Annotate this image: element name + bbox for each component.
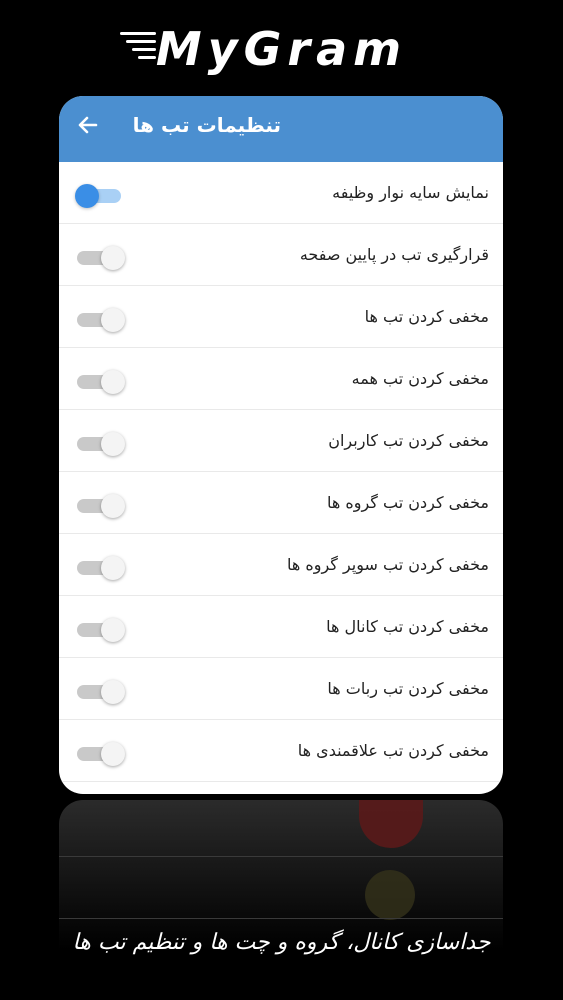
settings-row-label: مخفی کردن تب ربات ها [327, 679, 489, 698]
settings-row-label: مخفی کردن تب کانال ها [326, 617, 489, 636]
reflection-divider [59, 918, 503, 919]
back-button[interactable] [73, 110, 103, 140]
toggle-switch[interactable] [75, 183, 125, 209]
settings-list: نمایش سایه نوار وظیفه قرارگیری تب در پایی… [59, 162, 503, 782]
app-bar: تنظیمات تب ها [59, 96, 503, 162]
toggle-switch[interactable] [75, 369, 125, 395]
toggle-switch[interactable] [75, 741, 125, 767]
settings-row[interactable]: مخفی کردن تب گروه ها [59, 472, 503, 534]
settings-card: تنظیمات تب ها نمایش سایه نوار وظیفه قرارگ… [59, 96, 503, 794]
settings-row[interactable]: مخفی کردن تب کانال ها [59, 596, 503, 658]
toggle-thumb [101, 680, 125, 704]
toggle-switch[interactable] [75, 617, 125, 643]
arrow-left-icon [78, 116, 98, 134]
settings-row[interactable]: مخفی کردن تب ربات ها [59, 658, 503, 720]
toggle-switch[interactable] [75, 431, 125, 457]
toggle-switch[interactable] [75, 245, 125, 271]
settings-row[interactable]: مخفی کردن تب ها [59, 286, 503, 348]
settings-row[interactable]: مخفی کردن تب سوپر گروه ها [59, 534, 503, 596]
toggle-thumb [101, 618, 125, 642]
reflection-blob-red [359, 800, 423, 848]
toggle-switch[interactable] [75, 493, 125, 519]
settings-row-label: مخفی کردن تب ها [364, 307, 489, 326]
settings-row-label: مخفی کردن تب کاربران [328, 431, 489, 450]
card-reflection [59, 800, 503, 950]
toggle-switch[interactable] [75, 679, 125, 705]
toggle-switch[interactable] [75, 555, 125, 581]
toggle-thumb [101, 494, 125, 518]
settings-row[interactable]: نمایش سایه نوار وظیفه [59, 162, 503, 224]
brand-name: MyGram [155, 22, 408, 76]
promo-caption: جداسازی کانال، گروه و چت ها و تنظیم تب ه… [72, 930, 491, 955]
toggle-thumb [101, 370, 125, 394]
settings-row-label: مخفی کردن تب سوپر گروه ها [286, 555, 489, 574]
toggle-thumb [75, 184, 99, 208]
page-title: تنظیمات تب ها [132, 113, 281, 137]
settings-row[interactable]: مخفی کردن تب علاقمندی ها [59, 720, 503, 782]
settings-row-label: مخفی کردن تب گروه ها [326, 493, 489, 512]
settings-row[interactable]: مخفی کردن تب کاربران [59, 410, 503, 472]
brand-logo: MyGram [0, 24, 563, 74]
settings-row-label: مخفی کردن تب علاقمندی ها [297, 741, 489, 760]
toggle-thumb [101, 308, 125, 332]
toggle-switch[interactable] [75, 307, 125, 333]
toggle-thumb [101, 432, 125, 456]
toggle-thumb [101, 246, 125, 270]
reflection-divider [59, 856, 503, 857]
settings-row-label: مخفی کردن تب همه [351, 369, 489, 388]
settings-row-label: قرارگیری تب در پایین صفحه [299, 245, 489, 264]
settings-row[interactable]: مخفی کردن تب همه [59, 348, 503, 410]
settings-row-label: نمایش سایه نوار وظیفه [332, 183, 489, 202]
reflection-blob-yellow [365, 870, 415, 920]
settings-row[interactable]: قرارگیری تب در پایین صفحه [59, 224, 503, 286]
toggle-thumb [101, 556, 125, 580]
speed-lines-icon [120, 32, 156, 68]
toggle-thumb [101, 742, 125, 766]
